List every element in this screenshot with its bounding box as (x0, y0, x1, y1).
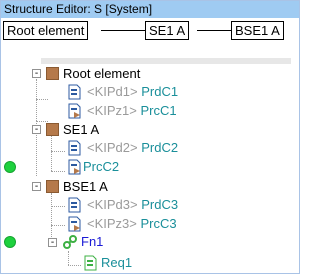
tree-item-prdc1[interactable]: <KIPd1> PrdC1 (87, 83, 178, 101)
key-label: <KIPd1> (87, 84, 138, 99)
tree-item-prdc3[interactable]: <KIPd3> PrdC3 (87, 196, 178, 214)
product-document-icon (68, 84, 81, 100)
fn1-expander[interactable]: - (48, 238, 57, 248)
tree-item-req1[interactable]: Req1 (101, 254, 132, 272)
status-dot-icon (4, 236, 16, 248)
product-document-icon (68, 197, 81, 213)
reference-label: PrdC3 (141, 197, 179, 212)
key-label: <KIPd2> (87, 140, 138, 155)
reference-label: PrcC3 (140, 216, 177, 231)
function-link-icon (63, 235, 77, 249)
product-document-icon (68, 140, 81, 156)
tree-item-prdc2[interactable]: <KIPd2> PrdC2 (87, 139, 178, 157)
key-label: <KIPz1> (87, 103, 137, 118)
requirement-document-icon (84, 255, 97, 271)
se1a-expander[interactable]: - (32, 125, 41, 135)
structure-editor-window: Structure Editor: S [System] Root elemen… (0, 0, 300, 274)
key-label: <KIPz3> (87, 216, 137, 231)
bse1a-expander[interactable]: - (32, 182, 41, 192)
tree-item-fn1[interactable]: Fn1 (81, 233, 103, 251)
structure-tree: - Root element <KIPd1> PrdC1 <KIPz1> Prc… (1, 1, 301, 275)
element-square-icon (46, 180, 59, 193)
process-document-icon (68, 216, 81, 232)
element-square-icon (46, 67, 59, 80)
status-dot-icon (4, 161, 16, 173)
reference-label: PrcC1 (140, 103, 177, 118)
tree-item-prcc1[interactable]: <KIPz1> PrcC1 (87, 102, 177, 120)
key-label: <KIPd3> (87, 197, 138, 212)
tree-item-bse1a[interactable]: BSE1 A (63, 178, 108, 196)
process-document-icon (68, 159, 81, 175)
tree-item-root-element[interactable]: Root element (63, 65, 140, 83)
tree-item-prcc3[interactable]: <KIPz3> PrcC3 (87, 215, 177, 233)
reference-label: PrdC2 (141, 140, 179, 155)
root-element-expander[interactable]: - (32, 69, 41, 79)
tree-item-prcc2[interactable]: PrcC2 (83, 158, 119, 176)
tree-item-se1a[interactable]: SE1 A (63, 121, 99, 139)
reference-label: PrdC1 (141, 84, 179, 99)
process-document-icon (68, 103, 81, 119)
element-square-icon (46, 123, 59, 136)
